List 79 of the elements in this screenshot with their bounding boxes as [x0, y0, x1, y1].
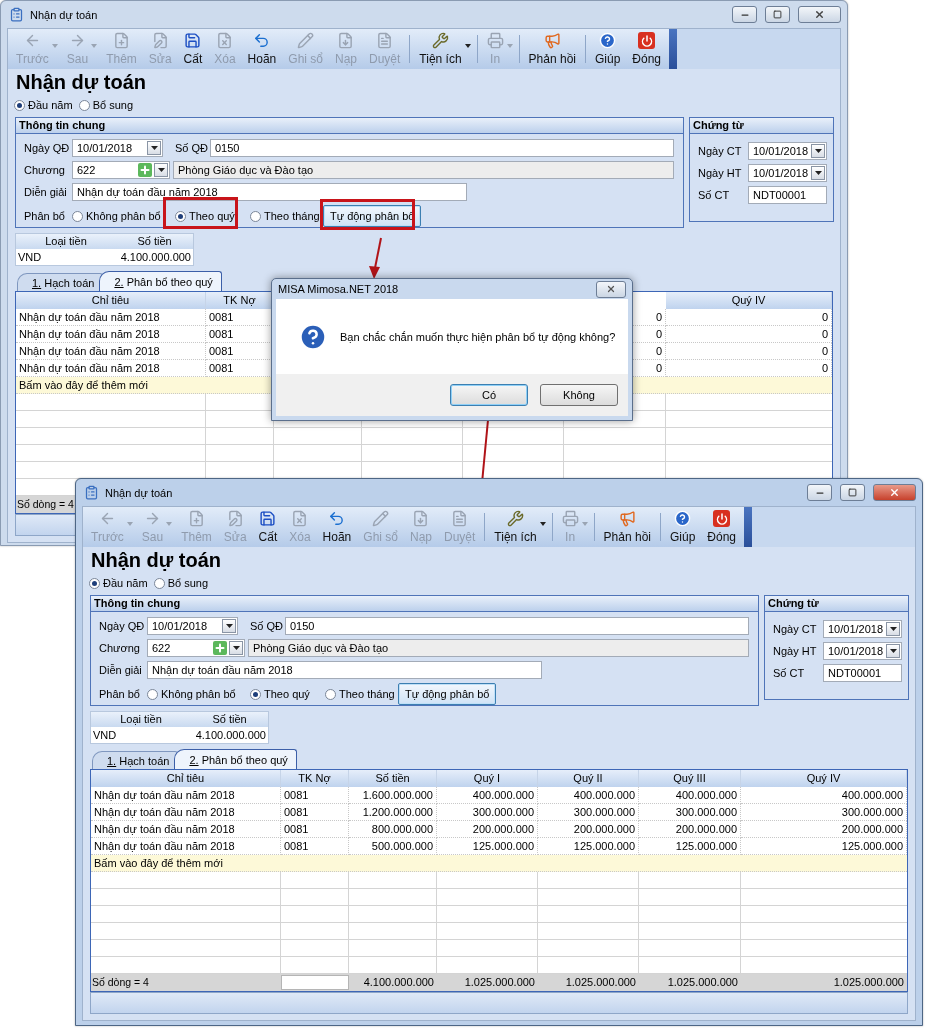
field-label: Phân bổ	[24, 210, 66, 222]
column-header: Số tiền	[116, 234, 193, 249]
column-header: Loại tiền	[91, 712, 191, 727]
column-header: Quý III	[639, 770, 741, 787]
column-header: Số tiền	[349, 770, 437, 787]
field-label: Ngày CT	[773, 623, 818, 635]
field-label: Chương	[24, 164, 66, 176]
table-cell: 200.000.000	[741, 821, 907, 838]
column-header: Quý IV	[741, 770, 907, 787]
description-field: Phòng Giáo dục và Đào tạo	[248, 639, 749, 657]
table-cell: 0081	[281, 821, 349, 838]
table-cell: 1.600.000.000	[349, 787, 437, 804]
column-header: Quý IV	[666, 292, 832, 309]
page-heading: Nhận dự toán	[16, 71, 148, 95]
table-cell: 300.000.000	[639, 804, 741, 821]
field-label: Chương	[99, 642, 141, 654]
dialog-title: MISA Mimosa.NET 2018	[278, 283, 400, 295]
table-cell: 300.000.000	[437, 804, 538, 821]
field-label: Phân bổ	[99, 688, 141, 700]
table-cell: VND	[16, 249, 116, 265]
table-cell: 4.100.000.000	[191, 727, 268, 743]
row-count: Số dòng = 4	[91, 975, 150, 990]
column-header: Số tiền	[191, 712, 268, 727]
column-header: Chỉ tiêu	[91, 770, 281, 787]
table-cell: 400.000.000	[538, 787, 639, 804]
group-title: Thông tin chung	[16, 118, 683, 134]
column-header: TK Nợ	[206, 292, 274, 309]
field-label: Ngày HT	[698, 167, 743, 179]
table-cell: Nhận dự toán đầu năm 2018	[16, 309, 206, 326]
field-label: Số CT	[698, 189, 731, 201]
table-cell: Nhận dự toán đầu năm 2018	[91, 787, 281, 804]
column-header: Quý II	[538, 770, 639, 787]
field-label: Ngày QĐ	[99, 620, 146, 632]
group-title: Chứng từ	[690, 118, 833, 134]
table-cell: 0	[666, 343, 832, 360]
column-header: Quý I	[437, 770, 538, 787]
table-cell: 4.100.000.000	[116, 249, 193, 265]
page-heading: Nhận dự toán	[91, 549, 223, 573]
table-cell: Nhận dự toán đầu năm 2018	[91, 821, 281, 838]
field-label: Diễn giải	[24, 186, 68, 198]
table-cell: 200.000.000	[538, 821, 639, 838]
table-cell: Nhận dự toán đầu năm 2018	[16, 326, 206, 343]
total-cell-text: 1.025.000.000	[463, 975, 536, 990]
field-label: Diễn giải	[99, 664, 143, 676]
table-cell: 0081	[281, 787, 349, 804]
table-cell: 400.000.000	[639, 787, 741, 804]
table-cell: 400.000.000	[741, 787, 907, 804]
table-cell: 200.000.000	[437, 821, 538, 838]
table-cell: 300.000.000	[538, 804, 639, 821]
field-label: Số QĐ	[175, 142, 209, 154]
table-cell: 0081	[281, 804, 349, 821]
column-header: TK Nợ	[281, 770, 349, 787]
column-header: Loại tiền	[16, 234, 116, 249]
window-title: Nhận dự toán	[105, 486, 174, 499]
group-title: Chứng từ	[765, 596, 908, 612]
table-cell: 800.000.000	[349, 821, 437, 838]
table-cell: Nhận dự toán đầu năm 2018	[91, 804, 281, 821]
total-cell-text: 4.100.000.000	[362, 975, 435, 990]
field-label: Ngày HT	[773, 645, 818, 657]
table-cell: VND	[91, 727, 191, 743]
row-count: Số dòng = 4	[16, 497, 75, 512]
field-label: Ngày QĐ	[24, 142, 71, 154]
window-title: Nhận dự toán	[30, 8, 99, 21]
field-label: Ngày CT	[698, 145, 743, 157]
table-cell: 200.000.000	[639, 821, 741, 838]
table-cell: 1.200.000.000	[349, 804, 437, 821]
total-cell-text: 1.025.000.000	[564, 975, 637, 990]
table-cell: 300.000.000	[741, 804, 907, 821]
table-cell: 0	[666, 309, 832, 326]
group-title: Thông tin chung	[91, 596, 758, 612]
column-header: Chỉ tiêu	[16, 292, 206, 309]
description-field: Phòng Giáo dục và Đào tạo	[173, 161, 674, 179]
field-label: Số QĐ	[250, 620, 284, 632]
table-cell: 0	[666, 326, 832, 343]
table-cell: Nhận dự toán đầu năm 2018	[16, 343, 206, 360]
field-label: Số CT	[773, 667, 806, 679]
table-cell: 400.000.000	[437, 787, 538, 804]
total-cell-text: 1.025.000.000	[666, 975, 739, 990]
total-cell-text: 1.025.000.000	[832, 975, 905, 990]
